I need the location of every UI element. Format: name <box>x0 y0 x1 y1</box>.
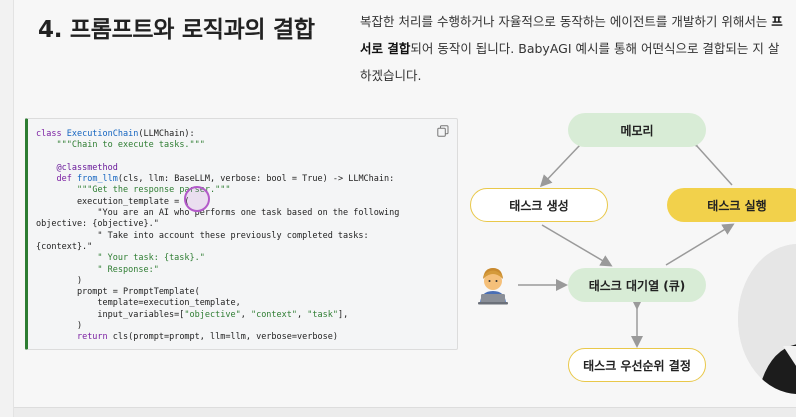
code-line: class ExecutionChain(LLMChain): <box>36 129 195 139</box>
code-line: objective: {objective}." <box>36 219 159 230</box>
code-block: class ExecutionChain(LLMChain): """Chain… <box>25 118 458 350</box>
intro-text: 복잡한 처리를 수행하거나 자율적으로 동작하는 에이전트를 개발하기 위해서는 <box>360 14 772 29</box>
bottom-scroll-area <box>14 407 796 417</box>
code-line: """Chain to execute tasks.""" <box>56 140 205 151</box>
section-title: 4. 프롬프트와 로직과의 결합 <box>38 17 315 43</box>
intro-paragraph: 복잡한 처리를 수행하거나 자율적으로 동작하는 에이전트를 개발하기 위해서는… <box>360 8 790 89</box>
code-line: template=execution_template, <box>36 298 241 309</box>
code-line: " Your task: {task}." <box>97 253 205 264</box>
code-line: execution_template = ( <box>36 196 190 207</box>
code-line: prompt = PromptTemplate( <box>36 287 200 298</box>
person-at-laptop-icon <box>478 268 508 305</box>
code-line: """Get the response parser.""" <box>76 185 231 196</box>
node-task-execute: 태스크 실행 <box>667 188 796 222</box>
node-task-priority: 태스크 우선순위 결정 <box>568 348 706 382</box>
intro-bold: 서로 결합 <box>360 41 411 56</box>
window-left-edge <box>0 0 14 417</box>
code-line: ) <box>36 321 83 332</box>
cursor-highlight <box>184 186 210 212</box>
node-task-queue: 태스크 대기열 (큐) <box>568 268 706 302</box>
code-line: input_variables=["objective", "context",… <box>36 309 349 320</box>
code-text: class ExecutionChain(LLMChain): """Chain… <box>36 129 399 344</box>
viewport: 4. 프롬프트와 로직과의 결합 복잡한 처리를 수행하거나 자율적으로 동작하… <box>0 0 796 417</box>
arrow-create-to-queue <box>541 224 613 267</box>
arrow-memory-to-create <box>539 144 581 188</box>
code-line: " Take into account these previously com… <box>36 230 369 241</box>
node-task-create: 태스크 생성 <box>470 188 608 222</box>
code-line: " Response:" <box>97 264 159 275</box>
code-line: "You are an AI who performs one task bas… <box>36 208 400 219</box>
arrow-queue-to-execute <box>665 223 735 266</box>
node-memory: 메모리 <box>568 113 706 147</box>
intro-line-1: 복잡한 처리를 수행하거나 자율적으로 동작하는 에이전트를 개발하기 위해서는… <box>360 8 790 35</box>
code-line: def from_llm(cls, llm: BaseLLM, verbose:… <box>56 174 395 185</box>
intro-text: 되어 동작이 됩니다. BabyAGI 예시를 통해 어떤식으로 결합되는 지 … <box>410 41 780 56</box>
intro-line-2: 서로 결합되어 동작이 됩니다. BabyAGI 예시를 통해 어떤식으로 결합… <box>360 35 790 62</box>
intro-bold: 프 <box>771 14 783 29</box>
code-line: return cls(prompt=prompt, llm=llm, verbo… <box>76 332 338 343</box>
arrow-execute-to-memory <box>685 134 733 186</box>
intro-text: 하겠습니다. <box>360 68 422 83</box>
intro-line-3: 하겠습니다. <box>360 62 790 89</box>
code-line: {context}." <box>36 241 93 252</box>
code-line: @classmethod <box>56 162 118 173</box>
copy-icon[interactable] <box>437 125 449 137</box>
code-line: ) <box>36 275 83 286</box>
